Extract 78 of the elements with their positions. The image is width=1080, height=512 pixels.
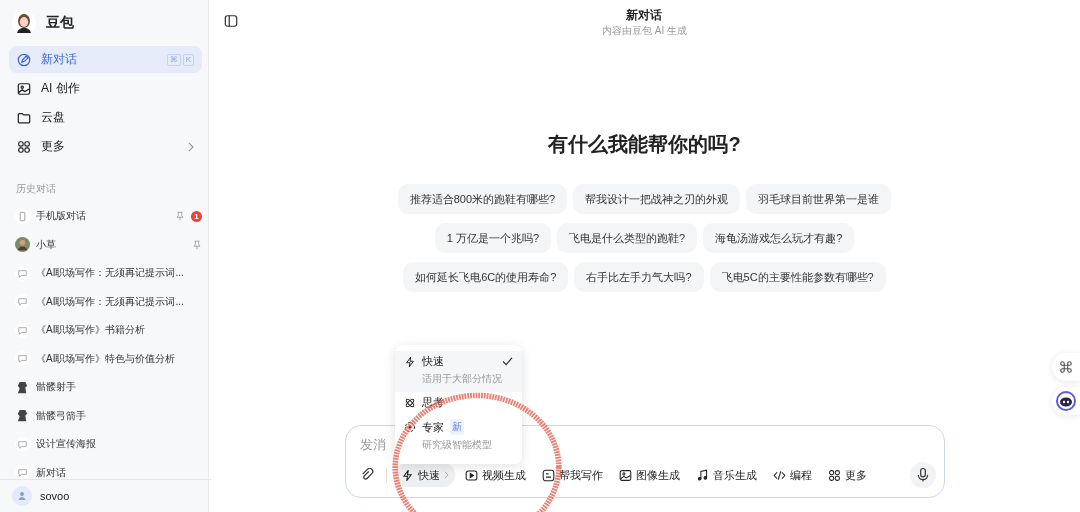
shortcut-key: ⌘ (166, 53, 181, 66)
command-icon (1059, 360, 1073, 374)
input-placeholder: 发消 (359, 436, 387, 454)
user-name: sovoo (40, 490, 70, 502)
welcome-heading: 有什么我能帮你的吗? (548, 132, 741, 156)
suggestion-chip[interactable]: 帮我设计一把战神之刃的外观 (573, 184, 741, 214)
pencil-icon (17, 52, 31, 67)
history-item[interactable]: 《AI职场写作》书籍分析 (9, 316, 202, 345)
history-item[interactable]: 新对话 (9, 458, 202, 479)
chat-icon (15, 265, 30, 281)
phone-icon (15, 208, 30, 224)
grid-icon (17, 139, 31, 154)
paperclip-icon[interactable] (359, 468, 374, 482)
unread-badge: 1 (191, 210, 202, 222)
suggestion-chip[interactable]: 如何延长飞电6C的使用寿命? (403, 262, 569, 292)
suggestion-chip[interactable]: 1 万亿是一个兆吗? (434, 223, 551, 253)
tool-button[interactable]: 更多 (821, 463, 873, 487)
history-item[interactable]: 设计宣传海报 (9, 430, 202, 459)
robot-face-icon (1056, 391, 1076, 411)
history-item[interactable]: 《AI职场写作》特色与价值分析 (9, 344, 202, 373)
suggestion-chip[interactable]: 推荐适合800米的跑鞋有哪些? (397, 184, 568, 214)
figure-icon (15, 379, 30, 395)
avatar-icon (12, 11, 36, 35)
chat-icon (15, 351, 30, 367)
mode-option[interactable]: 专家 新 研究级智能模型 (394, 416, 522, 458)
history-item[interactable]: 小草 (9, 230, 202, 259)
image-icon (618, 468, 632, 482)
nav-item[interactable]: AI 创作 (9, 75, 202, 102)
tool-button[interactable]: 帮我写作 (535, 463, 609, 487)
history-item[interactable]: 骷髅射手 (9, 373, 202, 402)
folder-icon (17, 110, 31, 125)
dotted-circle-icon (403, 421, 416, 433)
microphone-icon[interactable] (909, 462, 936, 488)
code-icon (772, 468, 786, 482)
history-item[interactable]: 骷髅弓箭手 (9, 401, 202, 430)
document-icon (541, 468, 555, 482)
chat-subtitle: 内容由豆包 AI 生成 (602, 24, 687, 38)
app-name: 豆包 (46, 14, 74, 32)
chat-icon (15, 465, 30, 479)
tool-button[interactable]: 视频生成 (458, 463, 532, 487)
suggestion-chip[interactable]: 羽毛球目前世界第一是谁 (746, 184, 892, 214)
user-avatar-icon (12, 486, 32, 506)
chat-title: 新对话 (625, 8, 664, 23)
nav-item[interactable]: 云盘 (9, 104, 202, 131)
chevron-icon (443, 471, 449, 479)
history-item[interactable]: 《AI职场写作：无须再记提示词... (9, 259, 202, 288)
chat-icon (15, 322, 30, 338)
tool-button[interactable]: 图像生成 (612, 463, 686, 487)
suggestion-chip[interactable]: 海龟汤游戏怎么玩才有趣? (703, 223, 855, 253)
nav-item[interactable]: 更多 (9, 133, 202, 160)
play-icon (464, 468, 478, 482)
shortcut-button[interactable] (1052, 353, 1080, 381)
atom-icon (403, 396, 416, 409)
lightning-icon (403, 355, 416, 368)
chat-icon (15, 436, 30, 452)
music-note-icon (695, 468, 709, 482)
pin-icon (175, 211, 185, 222)
suggestion-chip[interactable]: 右手比左手力气大吗? (574, 262, 704, 292)
avatar-icon (15, 237, 30, 253)
new-badge: 新 (449, 419, 464, 435)
grid-icon (827, 468, 841, 482)
mode-option[interactable]: 思考 (394, 392, 522, 416)
section-label: 历史对话 (16, 182, 57, 196)
sidebar-toggle-icon[interactable] (224, 14, 238, 28)
tool-button[interactable]: 音乐生成 (689, 463, 763, 487)
history-item[interactable]: 《AI职场写作：无须再记提示词... (9, 287, 202, 316)
history-item[interactable]: 手机版对话 1 (9, 202, 202, 231)
mode-option[interactable]: 快速 适用于大部分情况 (394, 351, 522, 392)
suggestion-chip[interactable]: 飞电5C的主要性能参数有哪些? (709, 262, 886, 292)
image-icon (17, 81, 31, 96)
assistant-button[interactable] (1052, 387, 1080, 415)
figure-icon (15, 408, 30, 424)
lightning-icon (400, 468, 414, 482)
tool-button[interactable]: 编程 (766, 463, 818, 487)
suggestion-chip[interactable]: 飞电是什么类型的跑鞋? (557, 223, 698, 253)
chat-icon (15, 294, 30, 310)
check-icon (501, 357, 513, 366)
pin-icon (192, 239, 202, 250)
